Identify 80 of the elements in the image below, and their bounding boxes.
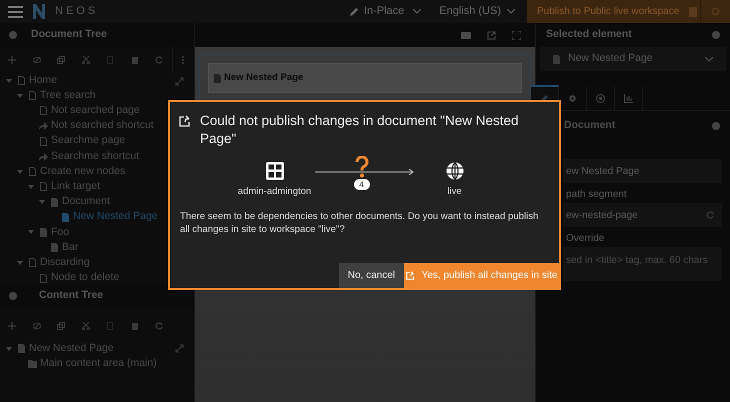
chevron-down-icon bbox=[413, 9, 422, 14]
hide-icon[interactable] bbox=[32, 56, 41, 64]
input-field[interactable]: ew-nested-page bbox=[563, 203, 722, 227]
grid-icon bbox=[266, 162, 284, 180]
chevron-down-icon bbox=[705, 56, 713, 62]
share-icon bbox=[406, 271, 415, 280]
tree-item[interactable]: Document bbox=[62, 194, 110, 210]
caret-down-icon[interactable] bbox=[6, 78, 12, 84]
shortcut-arrow-icon bbox=[39, 152, 48, 161]
target-icon bbox=[596, 94, 605, 103]
external-link-icon[interactable] bbox=[487, 30, 496, 40]
page-title: New Nested Page bbox=[224, 70, 304, 85]
logo-icon bbox=[33, 4, 45, 19]
node-select[interactable]: New Nested Page bbox=[540, 47, 726, 71]
tree-item[interactable]: Main content area (main) bbox=[40, 356, 157, 372]
chevron-down-icon bbox=[507, 9, 515, 14]
tree-item[interactable]: Tree search bbox=[40, 88, 96, 104]
shortcut-arrow-icon bbox=[39, 122, 48, 130]
caret-down-icon[interactable] bbox=[17, 260, 23, 266]
pencil-icon bbox=[350, 7, 359, 16]
tree-item[interactable]: New Nested Page bbox=[29, 340, 114, 356]
tree-item[interactable]: Link target bbox=[51, 179, 100, 195]
caret-down-icon[interactable] bbox=[17, 168, 23, 175]
chart-icon bbox=[624, 94, 633, 103]
tree-item[interactable]: Discarding bbox=[40, 254, 90, 271]
edit-mode-dropdown[interactable]: In-Place bbox=[350, 3, 422, 20]
tree-item[interactable]: Home bbox=[29, 73, 58, 88]
menu-icon[interactable] bbox=[8, 6, 23, 18]
tree-item[interactable]: Not searched page bbox=[51, 103, 140, 119]
panel-title: Document Tree bbox=[31, 27, 107, 42]
brand-name: NEOS bbox=[55, 4, 98, 20]
globe-icon bbox=[446, 162, 464, 180]
gear-icon bbox=[568, 94, 577, 103]
source-label: admin-admington bbox=[238, 185, 312, 199]
caret-down-icon[interactable] bbox=[39, 199, 45, 206]
panel-title: Selected element bbox=[546, 27, 632, 42]
tree-item[interactable]: New Nested Page bbox=[73, 209, 158, 226]
hide-icon[interactable] bbox=[32, 322, 41, 330]
cut-icon[interactable] bbox=[82, 322, 90, 330]
add-icon[interactable] bbox=[8, 322, 16, 330]
cancel-button[interactable]: No, cancel bbox=[338, 263, 404, 288]
document-icon bbox=[40, 136, 47, 146]
arrow-icon bbox=[314, 169, 414, 175]
panel-title: Content Tree bbox=[39, 288, 104, 304]
cut-icon[interactable] bbox=[82, 56, 90, 64]
tree-item[interactable]: Searchme page bbox=[51, 133, 126, 150]
document-icon bbox=[553, 54, 560, 64]
dialog-title: Could not publish changes in document "New Nested Page" bbox=[200, 112, 520, 148]
document-icon bbox=[214, 74, 221, 82]
tree-item[interactable]: Searchme shortcut bbox=[51, 148, 140, 164]
tree-item[interactable]: Not searched shortcut bbox=[51, 118, 154, 134]
caret-down-icon[interactable] bbox=[28, 229, 34, 236]
language-dropdown[interactable]: English (US) bbox=[439, 3, 515, 20]
section-title: Document bbox=[563, 118, 616, 134]
dialog-message: There seem to be dependencies to other documents. Do you want to instead publish all changes in site to workspace "live"? bbox=[179, 210, 540, 236]
copy-icon[interactable] bbox=[57, 322, 66, 330]
tree-item[interactable]: Foo bbox=[51, 224, 70, 240]
collapse-all-icon[interactable] bbox=[175, 77, 184, 86]
input-field[interactable]: ew Nested Page bbox=[563, 159, 722, 183]
collapse-all-icon[interactable] bbox=[175, 344, 184, 353]
fullscreen-icon[interactable] bbox=[512, 30, 521, 40]
field-label: path segment bbox=[565, 188, 628, 202]
publish-button[interactable]: Publish to Public live workspace bbox=[527, 0, 700, 23]
caret-down-icon[interactable] bbox=[28, 184, 34, 190]
count-badge: 4 bbox=[352, 178, 370, 191]
question-mark-icon bbox=[354, 156, 368, 178]
field-label: Override bbox=[565, 232, 606, 246]
copy-icon[interactable] bbox=[57, 56, 66, 64]
target-label: live bbox=[447, 185, 462, 199]
folder-icon bbox=[28, 360, 38, 368]
confirm-button[interactable]: Yes, publish all changes in site bbox=[404, 263, 559, 288]
caret-down-icon[interactable] bbox=[17, 92, 23, 99]
share-icon bbox=[179, 115, 191, 127]
caret-down-icon[interactable] bbox=[6, 346, 12, 352]
document-icon bbox=[18, 344, 25, 354]
tree-item[interactable]: Bar bbox=[62, 240, 78, 256]
tree-item[interactable]: Create new nodes bbox=[40, 164, 126, 180]
add-icon[interactable] bbox=[8, 56, 16, 64]
more-button[interactable] bbox=[700, 0, 730, 23]
tree-item[interactable]: Node to delete bbox=[51, 270, 120, 284]
